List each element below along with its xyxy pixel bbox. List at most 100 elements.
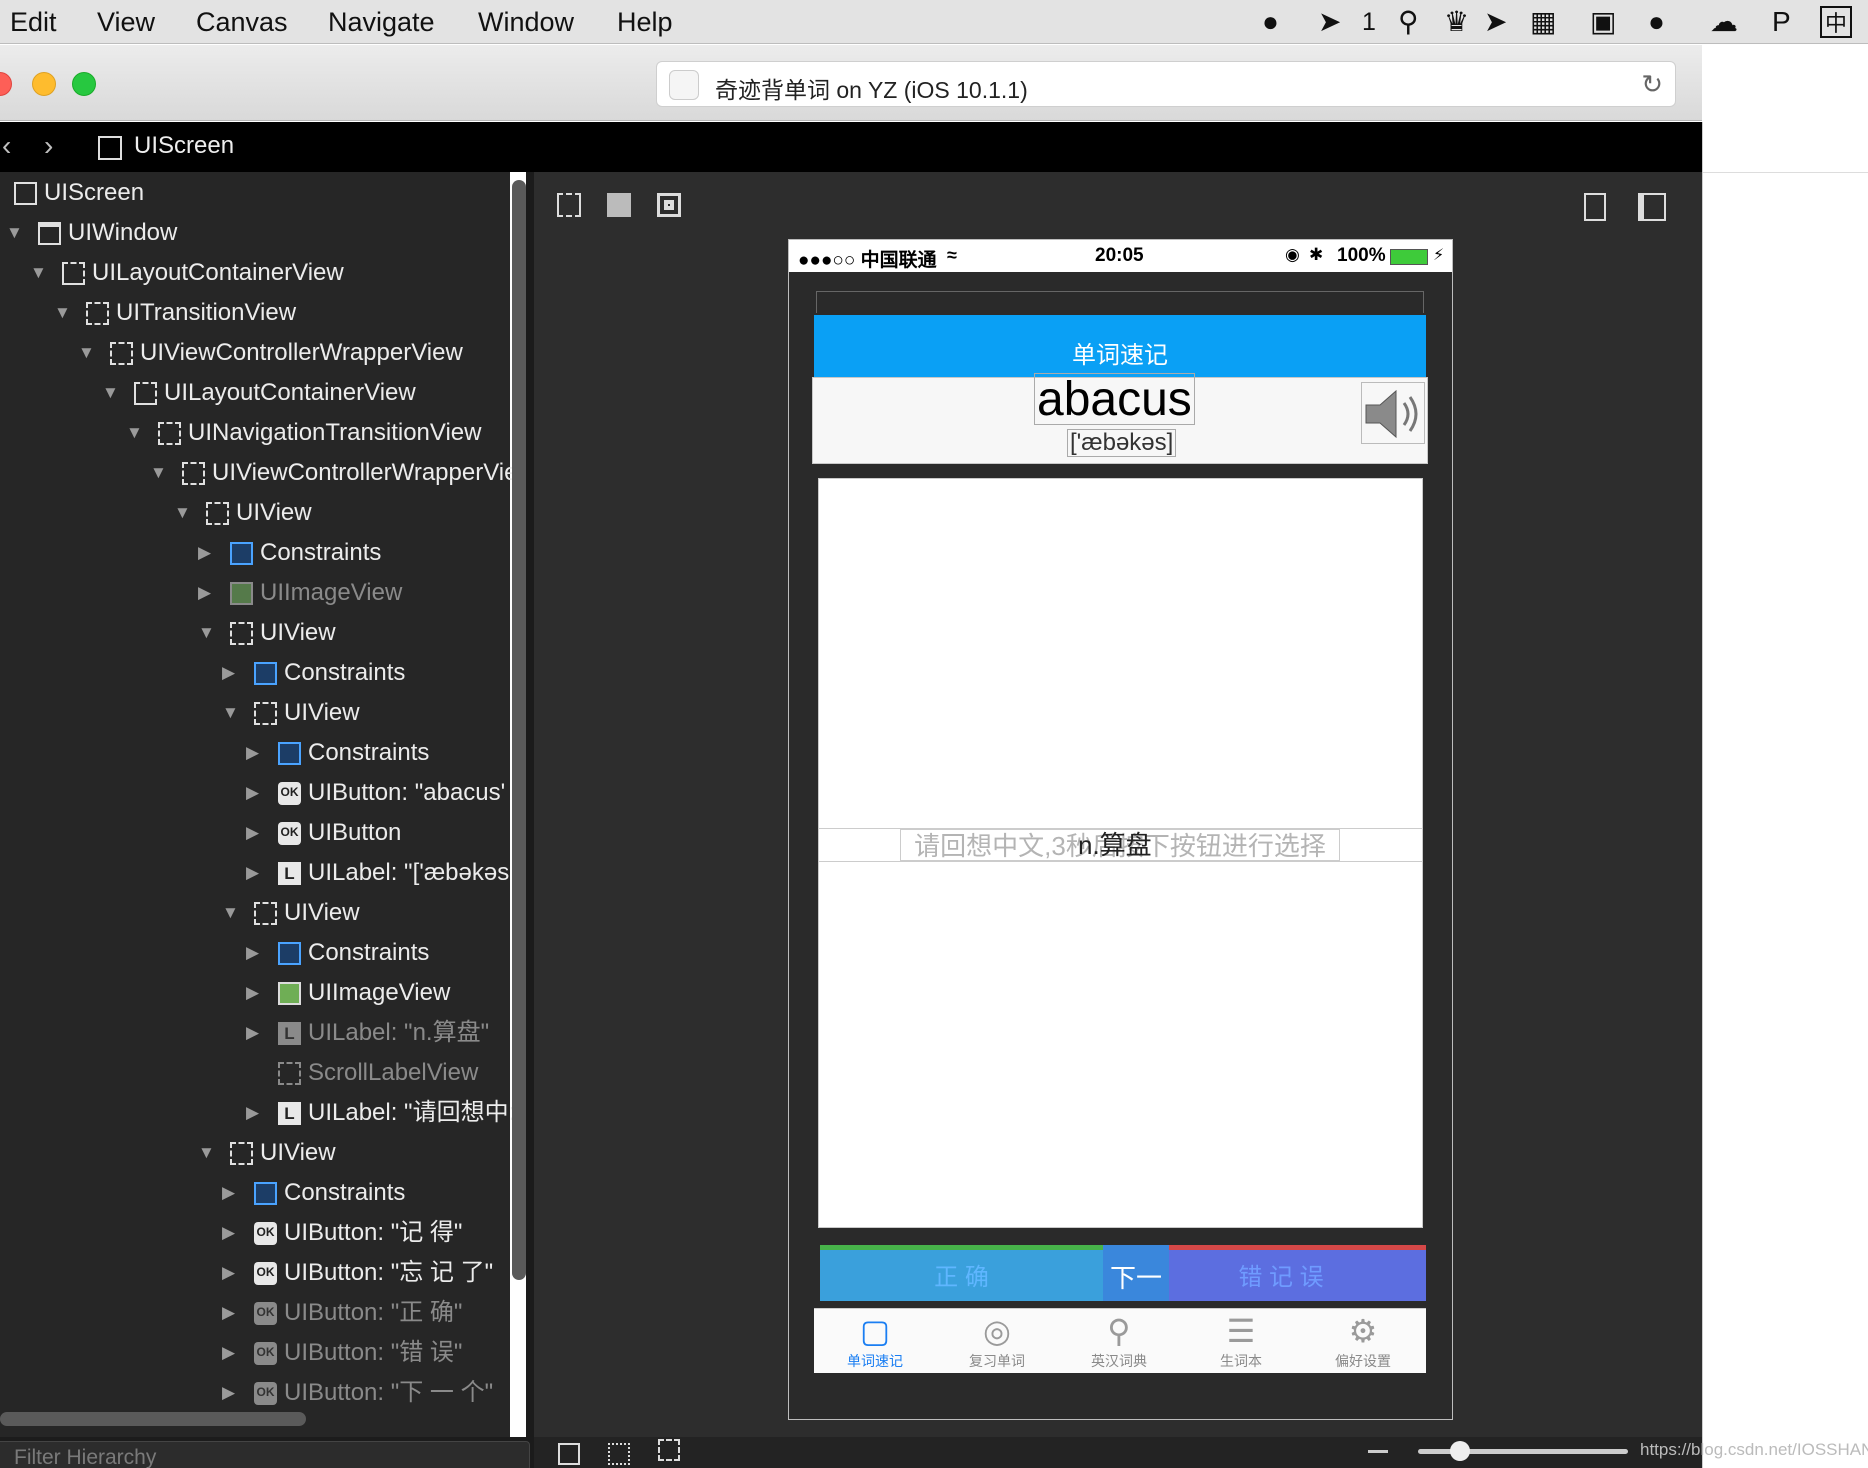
tab-settings[interactable]: ⚙ 偏好设置 — [1302, 1309, 1424, 1374]
lock-rotation-icon: ◉ — [1285, 245, 1300, 264]
menu-view[interactable]: View — [97, 6, 155, 38]
disclosure-closed-icon[interactable]: ▶ — [222, 1213, 235, 1253]
disclosure-open-icon[interactable]: ▼ — [78, 333, 95, 373]
disclosure-closed-icon[interactable]: ▶ — [246, 1093, 259, 1133]
tab-wordbook[interactable]: ☰ 生词本 — [1180, 1309, 1302, 1374]
ime-icon[interactable]: 中 — [1820, 6, 1852, 38]
disclosure-open-icon[interactable]: ▼ — [198, 1133, 215, 1173]
layout-view-icon — [134, 382, 157, 405]
zoom-fit-icon[interactable] — [558, 1443, 580, 1465]
grid-icon[interactable] — [608, 1443, 630, 1465]
disclosure-closed-icon[interactable]: ▶ — [222, 1293, 235, 1333]
disclosure-closed-icon[interactable]: ▶ — [246, 733, 259, 773]
inspector-pane — [1702, 122, 1868, 1468]
correct-button[interactable]: 正 确 — [820, 1245, 1103, 1301]
select-icon[interactable] — [658, 1439, 680, 1461]
orientation-icon[interactable] — [1638, 193, 1666, 221]
menu-canvas[interactable]: Canvas — [196, 6, 288, 38]
disclosure-closed-icon[interactable]: ▶ — [246, 933, 259, 973]
disclosure-closed-icon[interactable]: ▶ — [246, 773, 259, 813]
view-icon — [254, 902, 277, 925]
disclosure-open-icon[interactable]: ▼ — [198, 613, 215, 653]
back-arrow-icon[interactable]: ‹ — [2, 132, 11, 160]
outline-horizontal-scrollbar[interactable] — [0, 1412, 306, 1426]
disclosure-open-icon[interactable]: ▼ — [222, 693, 239, 733]
send-icon[interactable]: ➤ — [1484, 6, 1507, 38]
disclosure-closed-icon[interactable]: ▶ — [246, 813, 259, 853]
show-clipped-icon[interactable] — [557, 193, 581, 217]
phonetic-label: ['æbəkəs] — [1067, 429, 1177, 457]
disclosure-closed-icon[interactable]: ▶ — [198, 533, 211, 573]
disclosure-open-icon[interactable]: ▼ — [126, 413, 143, 453]
disclosure-open-icon[interactable]: ▼ — [150, 453, 167, 493]
zoom-slider-thumb[interactable] — [1450, 1441, 1470, 1461]
bluetooth-icon: ✱ — [1309, 245, 1324, 264]
qq-icon[interactable]: ● — [1262, 6, 1279, 38]
tab-word-memo[interactable]: ▢ 单词速记 — [814, 1309, 936, 1374]
menu-help[interactable]: Help — [617, 6, 673, 38]
disclosure-closed-icon[interactable]: ▶ — [222, 1173, 235, 1213]
keyboard-icon[interactable]: ▦ — [1530, 6, 1556, 38]
minimize-button[interactable] — [32, 72, 56, 96]
split-divider[interactable] — [526, 172, 534, 1468]
evernote-icon[interactable]: ♛ — [1444, 6, 1469, 38]
disclosure-closed-icon[interactable]: ▶ — [222, 1373, 235, 1413]
search-icon: ⚲ — [1107, 1313, 1131, 1349]
word-header: abacus ['æbəkəs] — [812, 373, 1428, 464]
zoom-button[interactable] — [72, 72, 96, 96]
menu-edit[interactable]: Edit — [10, 6, 57, 38]
tab-bar: ▢ 单词速记 ◎ 复习单词 ⚲ 英汉词典 ☰ 生词本 ⚙ 偏好设置 — [814, 1308, 1426, 1373]
disclosure-closed-icon[interactable]: ▶ — [246, 1013, 259, 1053]
menu-window[interactable]: Window — [478, 6, 574, 38]
refresh-icon[interactable]: ↻ — [1641, 69, 1663, 100]
target-icon: ◎ — [983, 1313, 1011, 1349]
zoom-out-icon[interactable] — [1368, 1450, 1388, 1453]
disclosure-closed-icon[interactable]: ▶ — [222, 653, 235, 693]
jump-bar: ‹ › — [0, 122, 1702, 172]
constraints-icon — [278, 742, 301, 765]
menu-navigate[interactable]: Navigate — [328, 6, 435, 38]
battery-percent: 100% — [1337, 245, 1386, 266]
forward-arrow-icon[interactable]: › — [44, 132, 53, 160]
disclosure-open-icon[interactable]: ▼ — [174, 493, 191, 533]
disclosure-closed-icon[interactable]: ▶ — [222, 1253, 235, 1293]
breadcrumb[interactable]: UIScreen — [134, 132, 234, 160]
view-icon — [230, 622, 253, 645]
search-icon[interactable]: ⚲ — [1398, 6, 1419, 38]
disclosure-closed-icon[interactable]: ▶ — [222, 1333, 235, 1373]
label-icon: L — [278, 1102, 301, 1125]
disclosure-closed-icon[interactable]: ▶ — [246, 853, 259, 893]
view-icon — [158, 422, 181, 445]
disclosure-open-icon[interactable]: ▼ — [222, 893, 239, 933]
disclosure-open-icon[interactable]: ▼ — [30, 253, 47, 293]
device-portrait-icon[interactable] — [1584, 193, 1606, 221]
button-icon: OK — [278, 782, 301, 805]
monitor-icon: ▢ — [859, 1313, 891, 1349]
window-icon — [38, 222, 61, 245]
tab-review[interactable]: ◎ 复习单词 — [936, 1309, 1058, 1374]
disclosure-open-icon[interactable]: ▼ — [54, 293, 71, 333]
wechat-icon[interactable]: ● — [1648, 6, 1665, 38]
disclosure-open-icon[interactable]: ▼ — [6, 213, 23, 253]
show-frames-icon[interactable] — [657, 193, 681, 217]
badge-count: 1 — [1362, 8, 1376, 36]
outline-vertical-scrollbar[interactable] — [512, 180, 526, 1280]
p-icon[interactable]: P — [1772, 6, 1791, 38]
view-icon — [182, 462, 205, 485]
gear-icon: ⚙ — [1348, 1313, 1378, 1349]
show-content-icon[interactable] — [607, 193, 631, 217]
wrong-button[interactable]: 错 记 误 — [1136, 1245, 1426, 1301]
disclosure-closed-icon[interactable]: ▶ — [246, 973, 259, 1013]
screenshot-icon[interactable]: ▣ — [1590, 6, 1616, 38]
disclosure-open-icon[interactable]: ▼ — [102, 373, 119, 413]
tab-dictionary[interactable]: ⚲ 英汉词典 — [1058, 1309, 1180, 1374]
cloud-icon[interactable]: ☁ — [1710, 6, 1738, 38]
speaker-icon[interactable] — [1361, 382, 1425, 444]
bird-icon[interactable]: ➤ — [1318, 6, 1341, 38]
disclosure-closed-icon[interactable]: ▶ — [198, 573, 211, 613]
charging-icon: ⚡ — [1433, 247, 1445, 264]
word-button[interactable]: abacus — [1034, 373, 1195, 426]
window-title: 奇迹背单词 on YZ (iOS 10.1.1) — [715, 77, 1028, 103]
next-button[interactable]: 下一个 — [1103, 1245, 1169, 1359]
view-icon — [110, 342, 133, 365]
